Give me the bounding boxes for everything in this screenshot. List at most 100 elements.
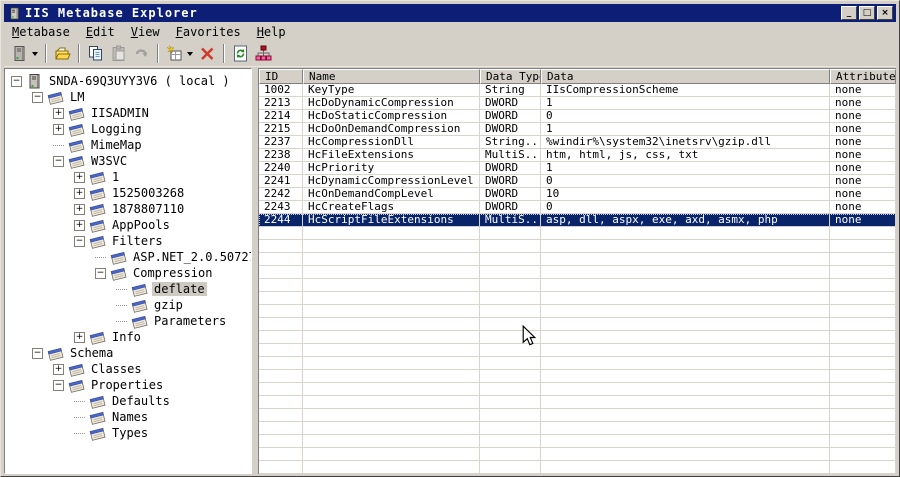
empty-row — [259, 331, 896, 344]
table-row[interactable]: 2237 HcCompressionDll String... %windir%\sy… — [259, 136, 896, 149]
table-row[interactable]: 2241 HcDynamicCompressionLevel DWORD 0 none — [259, 175, 896, 188]
collapse-toggle[interactable]: − — [32, 91, 43, 103]
cell-attributes: none — [830, 84, 896, 97]
key-icon — [131, 314, 148, 329]
cell-attributes: none — [830, 214, 896, 227]
cell-data: asp, dll, aspx, exe, axd, asmx, php — [541, 214, 830, 227]
empty-cell — [480, 435, 541, 448]
table-row[interactable]: 2215 HcDoOnDemandCompression DWORD 1 none — [259, 123, 896, 136]
menu-item-metabase[interactable]: Metabase — [4, 23, 78, 41]
window-controls: _ □ × — [841, 6, 893, 20]
collapse-toggle[interactable]: − — [11, 75, 22, 87]
empty-cell — [259, 396, 303, 409]
hierarchy-view-button[interactable] — [253, 43, 274, 64]
tree-node-snda-69q3uyy3v6-local-[interactable]: − SNDA-69Q3UYY3V6 ( local ) — [5, 73, 251, 89]
new-key-button[interactable] — [164, 43, 195, 64]
close-button[interactable]: × — [877, 6, 893, 20]
table-row[interactable]: 2240 HcPriority DWORD 1 none — [259, 162, 896, 175]
column-header-data-type[interactable]: Data Type — [480, 69, 541, 84]
expand-toggle[interactable]: + — [74, 171, 85, 183]
table-row[interactable]: 2244 HcScriptFileExtensions MultiS... asp, … — [259, 214, 896, 227]
table-row[interactable]: 2243 HcCreateFlags DWORD 0 none — [259, 201, 896, 214]
expand-toggle[interactable]: + — [74, 203, 85, 215]
expand-toggle[interactable]: + — [53, 123, 64, 135]
expand-toggle[interactable]: + — [53, 107, 64, 119]
collapse-toggle[interactable]: − — [53, 379, 64, 391]
empty-cell — [259, 461, 303, 474]
tree-node-defaults[interactable]: Defaults — [5, 393, 251, 409]
empty-cell — [480, 461, 541, 474]
table-row[interactable]: 1002 KeyType String IIsCompressionScheme non… — [259, 84, 896, 97]
tree-node-properties[interactable]: − Properties — [5, 377, 251, 393]
empty-cell — [541, 279, 830, 292]
minimize-button[interactable]: _ — [841, 6, 857, 20]
cell-data: 0 — [541, 201, 830, 214]
column-header-attributes[interactable]: Attributes — [830, 69, 896, 84]
tree-node-names[interactable]: Names — [5, 409, 251, 425]
tree-node-iisadmin[interactable]: + IISADMIN — [5, 105, 251, 121]
open-folder-button[interactable] — [52, 43, 73, 64]
maximize-button[interactable]: □ — [859, 6, 875, 20]
collapse-toggle[interactable]: − — [53, 155, 64, 167]
tree-node-compression[interactable]: − Compression — [5, 265, 251, 281]
table-row[interactable]: 2238 HcFileExtensions MultiS... htm, html, … — [259, 149, 896, 162]
empty-cell — [303, 344, 480, 357]
refresh-button[interactable] — [230, 43, 251, 64]
collapse-toggle[interactable]: − — [74, 235, 85, 247]
collapse-toggle[interactable]: − — [32, 347, 43, 359]
key-icon — [89, 186, 106, 201]
tree-node-classes[interactable]: + Classes — [5, 361, 251, 377]
copy-button[interactable] — [85, 43, 106, 64]
cell-data: 1 — [541, 162, 830, 175]
expand-toggle[interactable]: + — [74, 187, 85, 199]
tree-connector — [53, 144, 64, 146]
tree-node-label: 1525003268 — [112, 186, 185, 200]
empty-cell — [259, 357, 303, 370]
tree-node-schema[interactable]: − Schema — [5, 345, 251, 361]
tree-node-asp-net-2-0-50727-0[interactable]: ASP.NET_2.0.50727.0 — [5, 249, 251, 265]
empty-cell — [303, 435, 480, 448]
tree-node-apppools[interactable]: + AppPools — [5, 217, 251, 233]
tree-node-logging[interactable]: + Logging — [5, 121, 251, 137]
connect-server-dropdown-arrow[interactable] — [32, 51, 38, 56]
tree-node-w3svc[interactable]: − W3SVC — [5, 153, 251, 169]
tree-node-info[interactable]: + Info — [5, 329, 251, 345]
tree-node-1[interactable]: +1 — [5, 169, 251, 185]
cell-name: HcDoStaticCompression — [303, 110, 480, 123]
tree-node-gzip[interactable]: gzip — [5, 297, 251, 313]
tree-node-lm[interactable]: − LM — [5, 89, 251, 105]
expand-toggle[interactable]: + — [74, 331, 85, 343]
delete-button[interactable] — [197, 43, 218, 64]
collapse-toggle[interactable]: − — [95, 267, 106, 279]
column-header-id[interactable]: ID — [259, 69, 303, 84]
tree-node-types[interactable]: Types — [5, 425, 251, 441]
tree-node-deflate[interactable]: deflate — [5, 281, 251, 297]
table-row[interactable]: 2213 HcDoDynamicCompression DWORD 1 none — [259, 97, 896, 110]
menu-item-favorites[interactable]: Favorites — [168, 23, 249, 41]
table-row[interactable]: 2214 HcDoStaticCompression DWORD 0 none — [259, 110, 896, 123]
menu-item-edit[interactable]: Edit — [78, 23, 123, 41]
column-header-data[interactable]: Data — [541, 69, 830, 84]
empty-cell — [303, 305, 480, 318]
tree-node-mimemap[interactable]: MimeMap — [5, 137, 251, 153]
empty-row — [259, 266, 896, 279]
tree-node-filters[interactable]: − Filters — [5, 233, 251, 249]
empty-cell — [303, 448, 480, 461]
cell-data: 1 — [541, 123, 830, 136]
column-header-name[interactable]: Name — [303, 69, 480, 84]
expand-toggle[interactable]: + — [74, 219, 85, 231]
empty-cell — [259, 266, 303, 279]
menu-item-help[interactable]: Help — [249, 23, 294, 41]
new-key-dropdown-arrow[interactable] — [187, 51, 193, 56]
empty-row — [259, 292, 896, 305]
tree-node-1525003268[interactable]: +1525003268 — [5, 185, 251, 201]
table-row[interactable]: 2242 HcOnDemandCompLevel DWORD 10 none — [259, 188, 896, 201]
cell-name: HcCreateFlags — [303, 201, 480, 214]
tree-node-1878807110[interactable]: +1878807110 — [5, 201, 251, 217]
empty-cell — [259, 253, 303, 266]
expand-toggle[interactable]: + — [53, 363, 64, 375]
cell-attributes: none — [830, 201, 896, 214]
tree-node-parameters[interactable]: Parameters — [5, 313, 251, 329]
menu-item-view[interactable]: View — [123, 23, 168, 41]
connect-server-button[interactable] — [9, 43, 40, 64]
